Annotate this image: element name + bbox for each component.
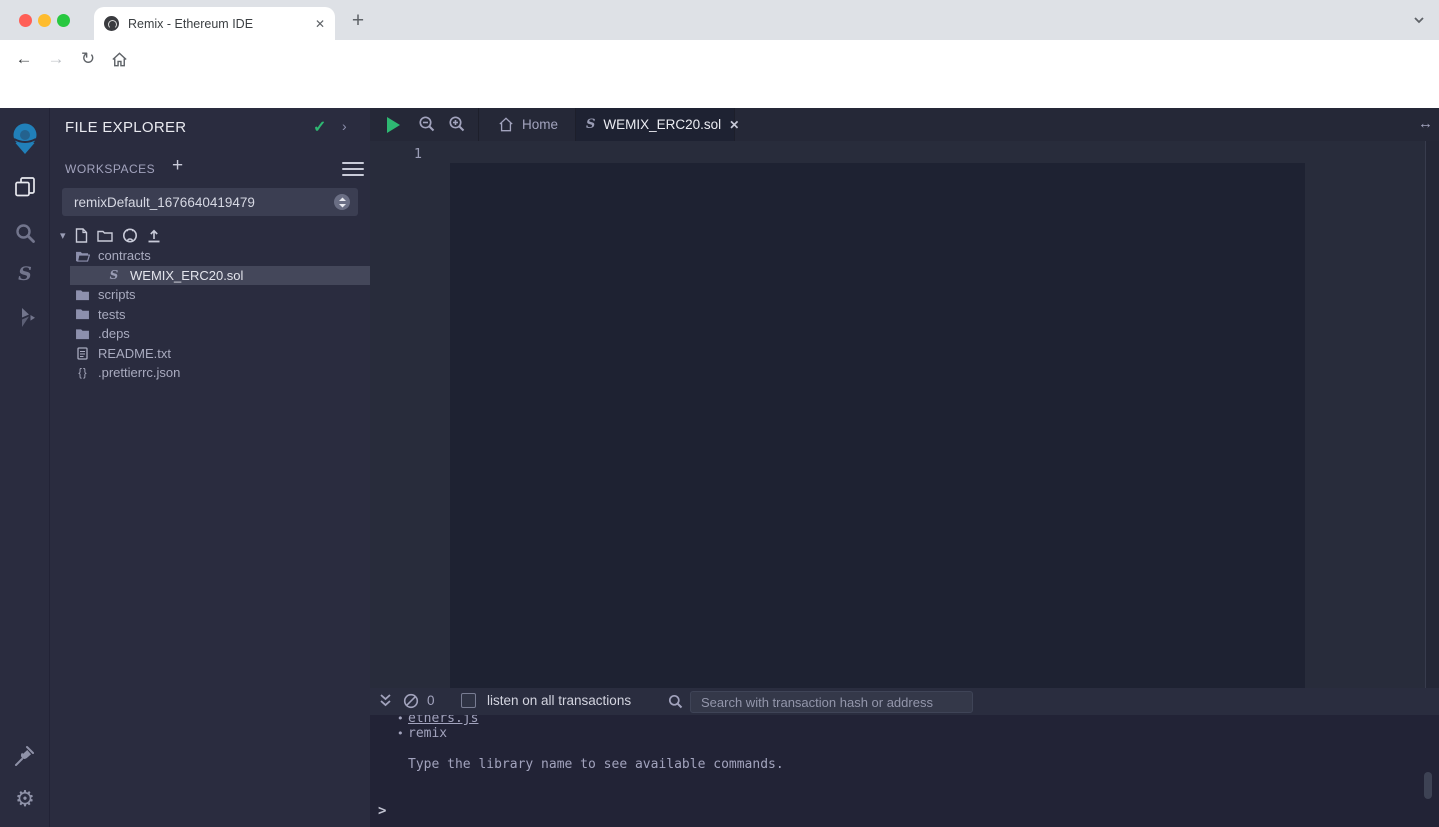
folder-icon — [74, 328, 90, 340]
browser-toolbar: ← → ↻ remix.ethereum.org/#optimize=false… — [0, 40, 1439, 78]
workspace-name: remixDefault_1676640419479 — [74, 195, 334, 210]
search-rail-icon[interactable] — [0, 222, 50, 244]
macos-minimize-button[interactable] — [38, 14, 51, 27]
zoom-out-icon[interactable] — [418, 115, 436, 133]
editor-tab-bar: Home S WEMIX_ERC20.sol ✕ ↔ — [370, 108, 1439, 141]
collapse-caret-icon[interactable]: ▾ — [60, 229, 66, 242]
clear-console-icon[interactable] — [403, 693, 419, 709]
zoom-in-icon[interactable] — [448, 115, 466, 133]
code-editor[interactable]: 1 — [370, 141, 1439, 688]
tree-item-readme[interactable]: README.txt — [50, 344, 370, 364]
tree-item-label: scripts — [98, 287, 136, 302]
tab-home[interactable]: Home — [480, 108, 576, 141]
terminal-prompt: > — [378, 803, 386, 819]
editor-content-area[interactable] — [450, 163, 1305, 688]
tab-separator — [478, 108, 479, 141]
tree-item-scripts[interactable]: scripts — [50, 285, 370, 305]
bookmarks-strip — [0, 78, 1439, 108]
terminal-line: Type the library name to see available c… — [408, 757, 784, 772]
terminal-search-icon — [668, 694, 683, 709]
transaction-search-input[interactable] — [690, 691, 973, 713]
macos-close-button[interactable] — [19, 14, 32, 27]
settings-gear-icon[interactable]: ⚙ — [0, 788, 50, 810]
tree-item-prettierrc[interactable]: { } .prettierrc.json — [50, 363, 370, 383]
terminal-panel: 0 listen on all transactions • ethers.js… — [370, 688, 1439, 827]
verified-check-icon[interactable]: ✓ — [313, 117, 326, 137]
tree-item-deps[interactable]: .deps — [50, 324, 370, 344]
bullet: • — [397, 715, 404, 725]
plugin-manager-rail-icon[interactable] — [0, 745, 50, 767]
file-explorer-panel: FILE EXPLORER ✓ › WORKSPACES + remixDefa… — [50, 108, 370, 827]
tree-item-contracts[interactable]: contracts — [50, 246, 370, 266]
run-script-play-icon[interactable] — [387, 117, 400, 133]
browser-tab-strip: Remix - Ethereum IDE ✕ + — [0, 0, 1439, 40]
collapse-terminal-icon[interactable] — [379, 693, 392, 708]
solidity-compiler-rail-icon[interactable]: S — [0, 265, 50, 284]
tab-close-icon[interactable]: ✕ — [729, 118, 739, 132]
new-tab-button[interactable]: + — [344, 8, 372, 36]
tree-item-label: .deps — [98, 326, 130, 341]
solidity-file-icon: S — [106, 268, 122, 282]
new-folder-icon[interactable] — [97, 229, 113, 242]
macos-zoom-button[interactable] — [57, 14, 70, 27]
solidity-file-icon: S — [586, 117, 595, 132]
workspace-select[interactable]: remixDefault_1676640419479 — [62, 188, 358, 216]
folder-icon — [74, 289, 90, 301]
tree-item-label: tests — [98, 307, 125, 322]
new-file-icon[interactable] — [75, 228, 88, 243]
home-button[interactable] — [108, 48, 130, 70]
expand-editor-icon[interactable]: ↔ — [1418, 115, 1433, 132]
line-number: 1 — [370, 146, 422, 162]
workspace-dropdown-icon[interactable] — [334, 194, 350, 210]
bullet: • — [397, 727, 404, 740]
file-tree: contracts S WEMIX_ERC20.sol scripts test… — [50, 246, 370, 383]
folder-icon — [74, 308, 90, 320]
listen-transactions-label[interactable]: listen on all transactions — [487, 693, 631, 708]
deploy-run-rail-icon[interactable] — [0, 308, 50, 328]
tree-item-label: README.txt — [98, 346, 171, 361]
forward-button[interactable]: → — [45, 48, 67, 70]
tab-file-label: WEMIX_ERC20.sol — [603, 117, 721, 132]
add-workspace-button[interactable]: + — [172, 155, 183, 177]
file-explorer-rail-icon[interactable] — [0, 176, 50, 198]
terminal-line: remix — [408, 726, 447, 741]
folder-open-icon — [74, 250, 90, 262]
workspaces-label: WORKSPACES — [65, 162, 155, 176]
reload-button[interactable]: ↻ — [77, 48, 99, 70]
panel-chevron-icon[interactable]: › — [342, 118, 347, 134]
tree-item-wemix-erc20[interactable]: S WEMIX_ERC20.sol — [70, 266, 370, 286]
remix-favicon-icon — [104, 16, 119, 31]
terminal-output[interactable]: • ethers.js • remix Type the library nam… — [370, 715, 1439, 827]
tree-item-label: .prettierrc.json — [98, 365, 180, 380]
tab-search-chevron-icon[interactable] — [1411, 12, 1427, 28]
remix-app: S ⚙ FILE EXPLORER ✓ › WORKSPACES + remix… — [0, 108, 1439, 827]
remix-logo-icon[interactable] — [0, 122, 50, 156]
upload-icon[interactable] — [147, 229, 161, 243]
browser-tab-title: Remix - Ethereum IDE — [128, 17, 307, 31]
library-link[interactable]: ethers.js — [408, 715, 478, 726]
tree-item-label: WEMIX_ERC20.sol — [130, 268, 243, 283]
tree-item-label: contracts — [98, 248, 151, 263]
panel-title: FILE EXPLORER — [65, 119, 186, 136]
listen-transactions-checkbox[interactable] — [461, 693, 476, 708]
terminal-toolbar: 0 listen on all transactions — [370, 688, 1439, 715]
tab-home-label: Home — [522, 117, 558, 132]
tab-wemix-erc20[interactable]: S WEMIX_ERC20.sol ✕ — [575, 108, 735, 141]
transaction-count-badge: 0 — [427, 693, 435, 708]
terminal-scrollbar-thumb[interactable] — [1424, 772, 1432, 799]
github-clone-icon[interactable] — [122, 228, 138, 243]
back-button[interactable]: ← — [13, 48, 35, 70]
tree-item-tests[interactable]: tests — [50, 305, 370, 325]
browser-tab[interactable]: Remix - Ethereum IDE ✕ — [94, 7, 335, 40]
workspace-hamburger-menu-icon[interactable] — [342, 158, 364, 180]
tab-close-icon[interactable]: ✕ — [315, 17, 325, 31]
editor-scrollbar-gutter[interactable] — [1425, 141, 1439, 688]
file-icon — [74, 347, 90, 360]
main-area: Home S WEMIX_ERC20.sol ✕ ↔ 1 0 — [370, 108, 1439, 827]
icon-rail: S ⚙ — [0, 108, 50, 827]
json-braces-icon: { } — [74, 367, 90, 379]
file-tree-toolbar: ▾ — [60, 228, 161, 243]
home-icon — [498, 117, 514, 132]
